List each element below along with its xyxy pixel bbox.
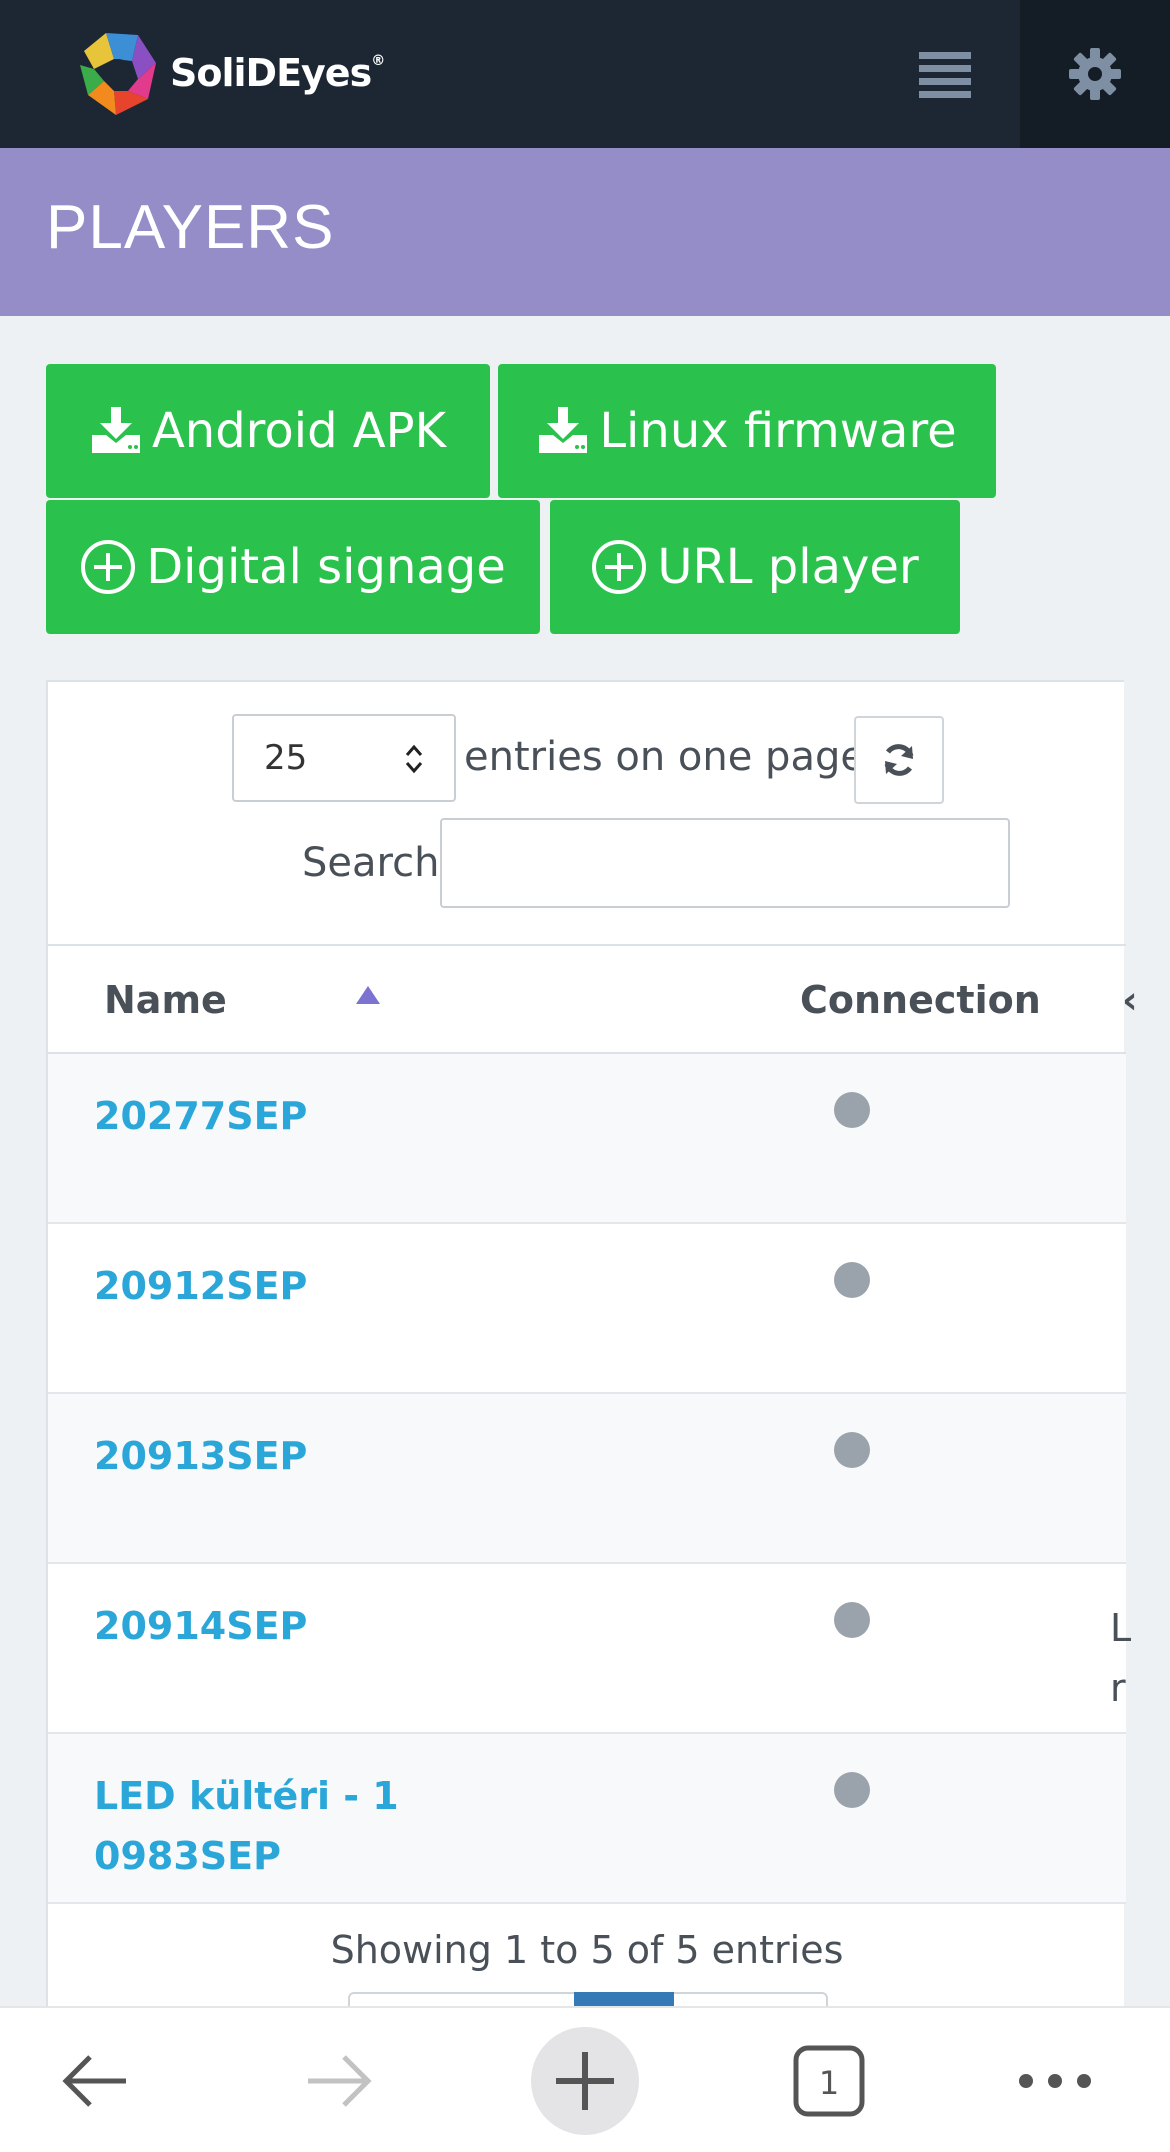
table-header: Name Connection ‹ (48, 944, 1138, 1054)
connection-status-dot (834, 1432, 870, 1468)
more-horizontal-icon (1019, 2074, 1091, 2088)
connection-status-dot (834, 1262, 870, 1298)
menu-button[interactable] (880, 30, 1010, 118)
table-row[interactable]: 20912SEP (48, 1224, 1126, 1394)
digital-signage-button[interactable]: Digital signage (46, 500, 540, 634)
new-tab-button[interactable] (530, 2008, 640, 2152)
refresh-button[interactable] (854, 716, 944, 804)
players-table-panel: 25 entries on one page Search Name Conne… (46, 680, 1138, 2080)
entries-label: entries on one page (464, 734, 865, 780)
top-navbar: SoliDEyes® (0, 0, 1170, 148)
page-header: PLAYERS (0, 148, 1170, 316)
table-row[interactable]: 20914SEP Lr (48, 1564, 1131, 1734)
url-player-button[interactable]: URL player (550, 500, 960, 634)
search-label: Search (302, 840, 440, 886)
tab-count: 1 (819, 2064, 839, 2102)
download-icon (91, 407, 140, 453)
settings-button[interactable] (1020, 0, 1170, 148)
player-name-link[interactable]: 20277SEP (94, 1086, 514, 1146)
player-name-link[interactable]: 20914SEP (94, 1596, 514, 1656)
table-row[interactable]: 20913SEP (48, 1394, 1126, 1564)
table-row[interactable]: 20277SEP (48, 1054, 1126, 1224)
page-size-select[interactable]: 25 (232, 714, 456, 802)
linux-firmware-button[interactable]: Linux firmware (498, 364, 996, 498)
search-input[interactable] (440, 818, 1010, 908)
download-icon (539, 407, 588, 453)
gear-icon (1069, 48, 1121, 100)
back-button[interactable] (40, 2008, 150, 2152)
arrow-right-icon (308, 2055, 372, 2107)
plus-circle-icon (531, 2027, 639, 2135)
android-apk-button[interactable]: Android APK (46, 364, 490, 498)
more-options-button[interactable] (1000, 2008, 1110, 2152)
tab-count-icon: 1 (793, 2045, 865, 2117)
list-menu-icon (919, 52, 971, 98)
table-info: Showing 1 to 5 of 5 entries (330, 1928, 844, 1972)
select-arrows-icon (405, 744, 423, 774)
android-apk-label: Android APK (151, 403, 447, 459)
player-name-link[interactable]: LED kültéri - 1 0983SEP (94, 1766, 514, 1886)
player-name-link[interactable]: 20912SEP (94, 1256, 514, 1316)
digital-signage-label: Digital signage (146, 539, 506, 595)
url-player-label: URL player (657, 539, 919, 595)
refresh-icon (884, 744, 914, 776)
clipped-cell-text: Lr (1110, 1606, 1132, 1710)
brand-name: SoliDEyes® (170, 51, 385, 95)
page-title: PLAYERS (46, 193, 335, 262)
player-name-link[interactable]: 20913SEP (94, 1426, 514, 1486)
add-circle-icon (81, 540, 136, 594)
forward-button[interactable] (284, 2008, 394, 2152)
add-circle-icon (592, 540, 647, 594)
arrow-left-icon (62, 2055, 126, 2107)
logo-icon (80, 33, 156, 115)
connection-status-dot (834, 1092, 870, 1128)
brand-logo[interactable]: SoliDEyes® (62, 14, 462, 132)
linux-firmware-label: Linux firmware (599, 403, 957, 459)
connection-status-dot (834, 1602, 870, 1638)
connection-status-dot (834, 1772, 870, 1808)
table-row[interactable]: LED kültéri - 1 0983SEP (48, 1734, 1126, 1904)
browser-toolbar: 1 (0, 2006, 1170, 2152)
column-header-clipped: ‹ (1122, 978, 1138, 1022)
page-size-value: 25 (264, 738, 308, 778)
sort-ascending-icon[interactable] (354, 984, 382, 1006)
column-header-connection[interactable]: Connection (800, 978, 1041, 1022)
tab-switcher-button[interactable]: 1 (774, 2008, 884, 2152)
column-header-name[interactable]: Name (104, 978, 227, 1022)
